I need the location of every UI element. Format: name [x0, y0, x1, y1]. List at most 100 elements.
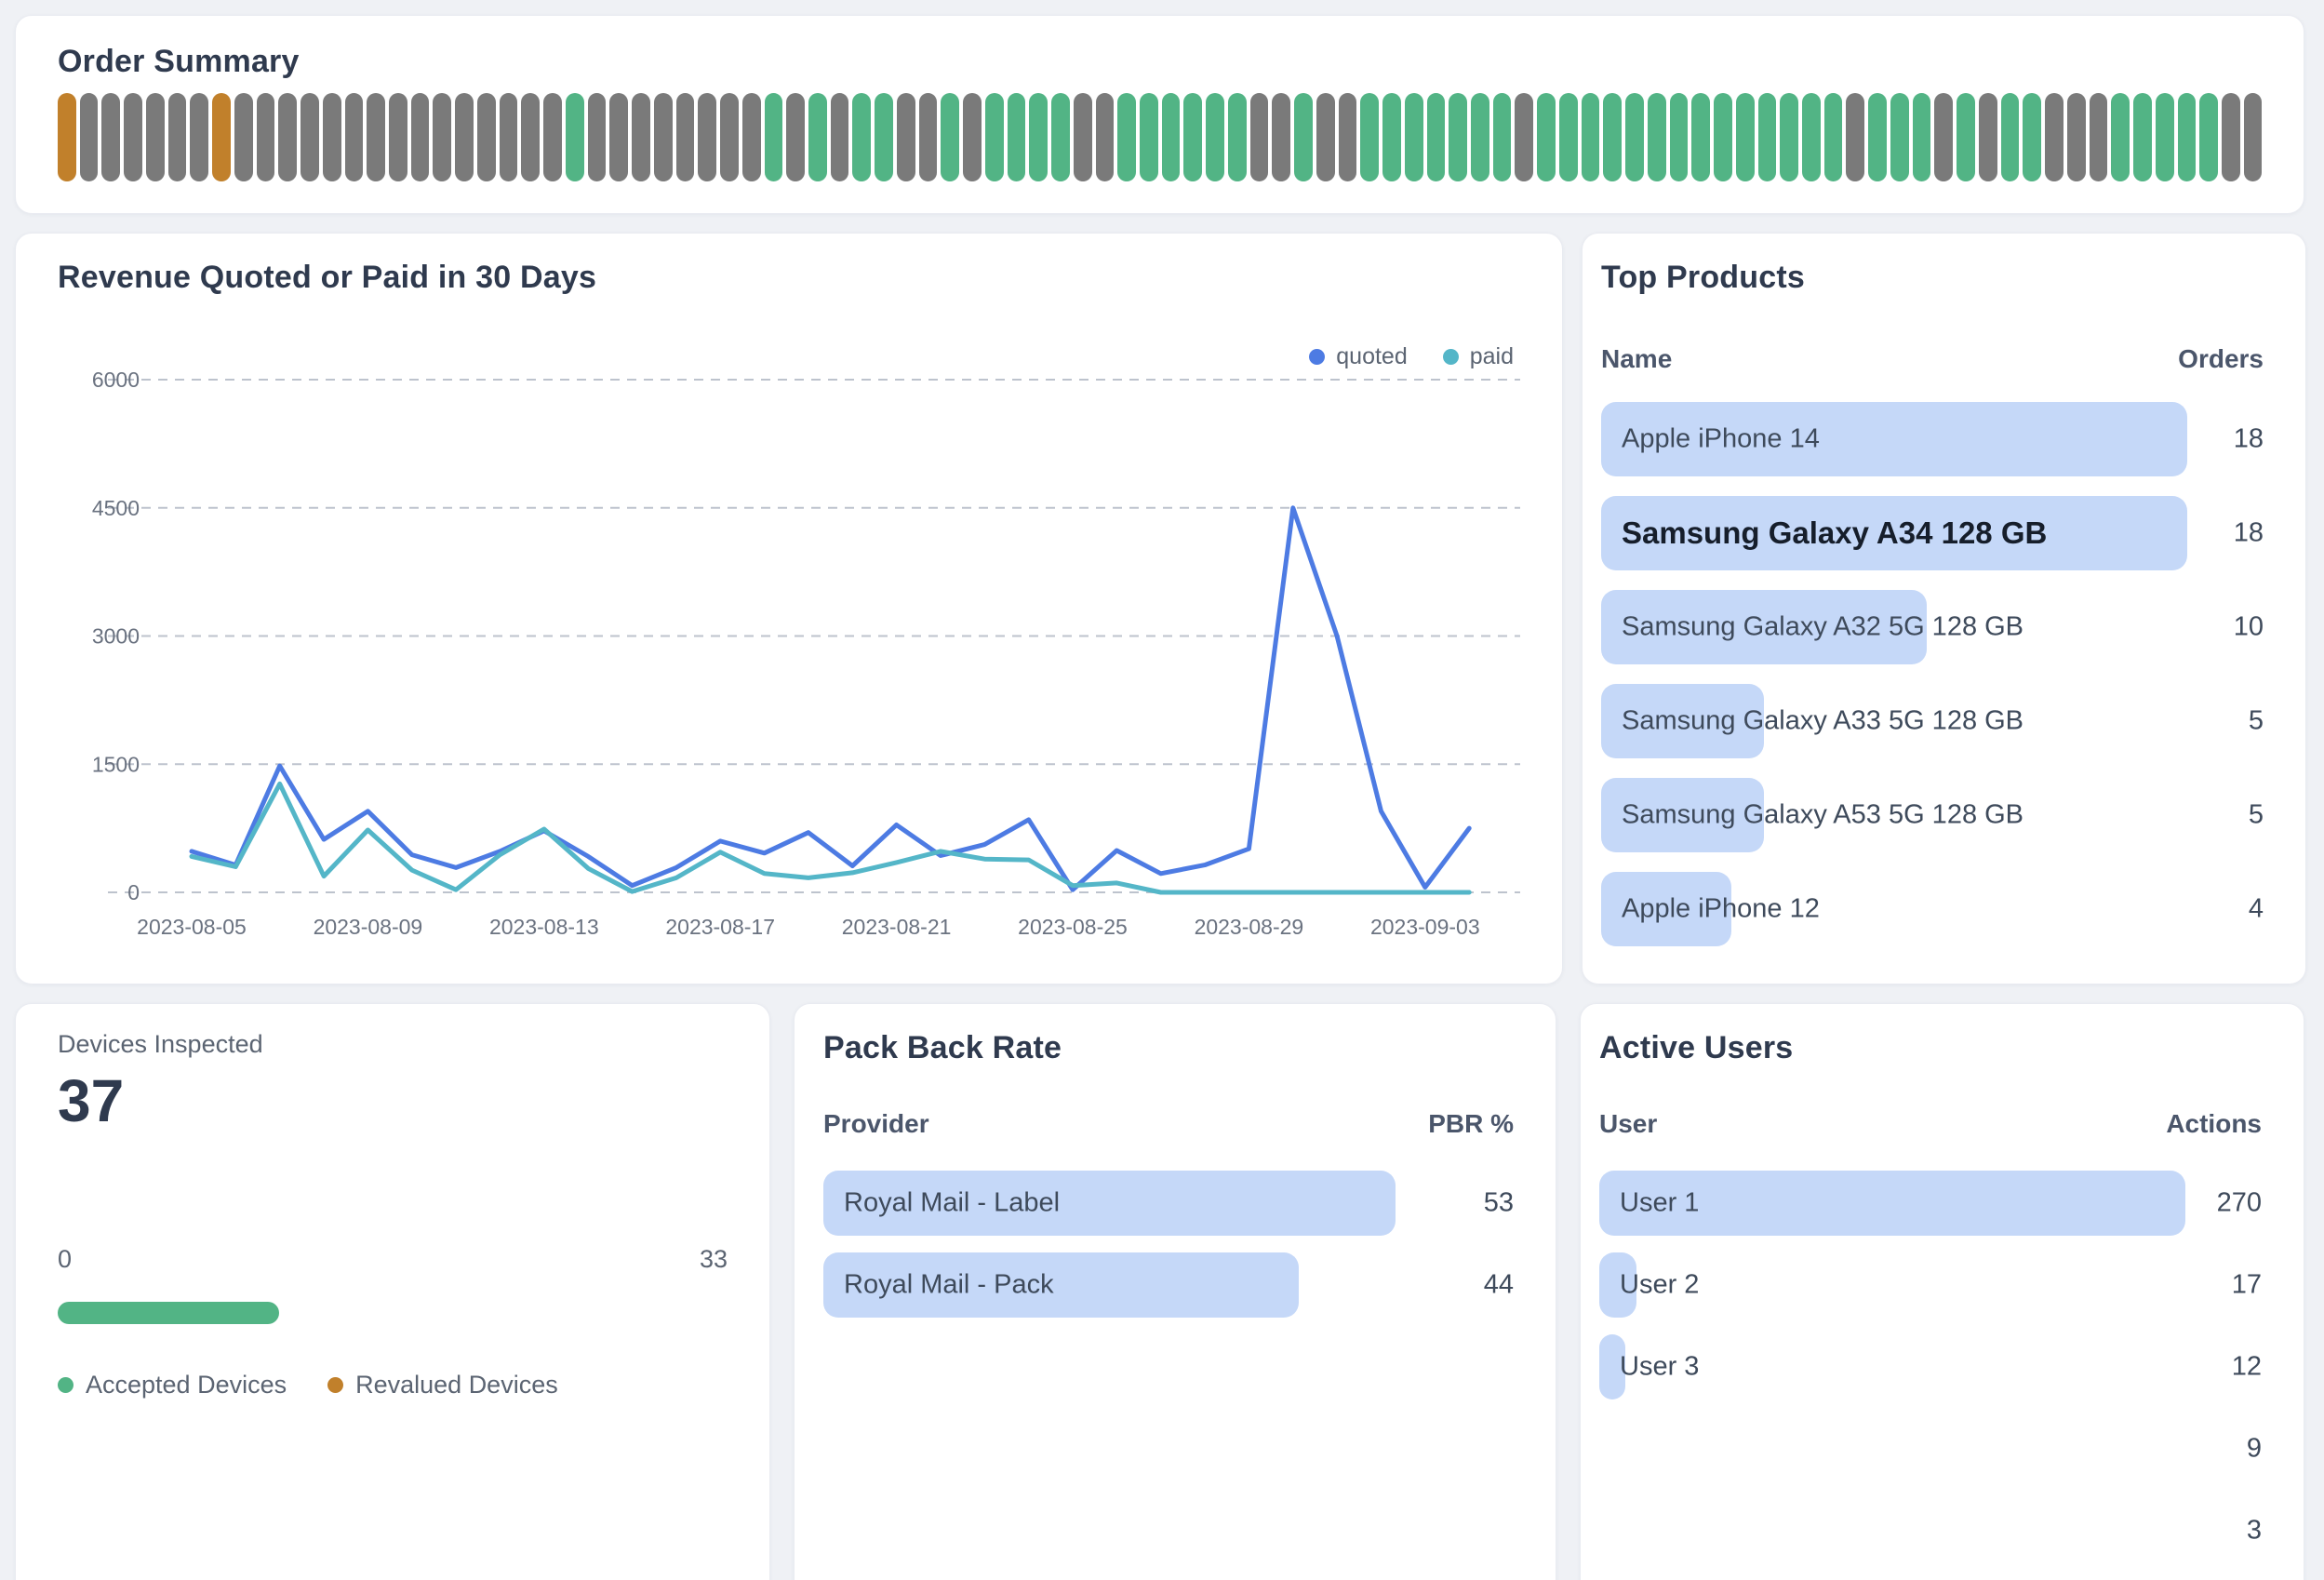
order-bar-neutral-gray[interactable] — [1316, 93, 1335, 181]
order-bar-accepted-green[interactable] — [1405, 93, 1423, 181]
order-bar-neutral-gray[interactable] — [101, 93, 120, 181]
order-bar-neutral-gray[interactable] — [609, 93, 628, 181]
order-bar-neutral-gray[interactable] — [2067, 93, 2086, 181]
order-bar-accepted-green[interactable] — [2199, 93, 2218, 181]
order-bar-neutral-gray[interactable] — [1934, 93, 1953, 181]
order-bar-neutral-gray[interactable] — [2222, 93, 2240, 181]
order-bar-accepted-green[interactable] — [1957, 93, 1975, 181]
order-bar-accepted-green[interactable] — [1758, 93, 1777, 181]
order-bar-neutral-gray[interactable] — [676, 93, 695, 181]
order-bar-accepted-green[interactable] — [1537, 93, 1556, 181]
order-bar-accepted-green[interactable] — [1051, 93, 1070, 181]
order-bar-neutral-gray[interactable] — [897, 93, 915, 181]
order-bar-accepted-green[interactable] — [1029, 93, 1048, 181]
order-bar-neutral-gray[interactable] — [477, 93, 496, 181]
order-bar-accepted-green[interactable] — [1780, 93, 1798, 181]
order-bar-neutral-gray[interactable] — [2090, 93, 2108, 181]
order-bar-accepted-green[interactable] — [2133, 93, 2152, 181]
order-bar-accepted-green[interactable] — [1736, 93, 1755, 181]
order-bar-neutral-gray[interactable] — [411, 93, 430, 181]
order-bar-accepted-green[interactable] — [941, 93, 959, 181]
order-bar-neutral-gray[interactable] — [698, 93, 716, 181]
order-bar-neutral-gray[interactable] — [190, 93, 208, 181]
order-bar-accepted-green[interactable] — [1140, 93, 1158, 181]
order-bar-neutral-gray[interactable] — [742, 93, 761, 181]
order-bar-accepted-green[interactable] — [1670, 93, 1689, 181]
order-bar-neutral-gray[interactable] — [301, 93, 319, 181]
order-bar-accepted-green[interactable] — [1294, 93, 1313, 181]
order-bar-accepted-green[interactable] — [1206, 93, 1224, 181]
order-bar-revalued-orange[interactable] — [212, 93, 231, 181]
order-bar-accepted-green[interactable] — [1824, 93, 1843, 181]
order-bar-accepted-green[interactable] — [1382, 93, 1401, 181]
order-bar-accepted-green[interactable] — [875, 93, 893, 181]
order-bar-revalued-orange[interactable] — [58, 93, 76, 181]
order-bar-neutral-gray[interactable] — [588, 93, 607, 181]
order-bar-neutral-gray[interactable] — [654, 93, 673, 181]
order-bar-neutral-gray[interactable] — [389, 93, 407, 181]
order-bar-accepted-green[interactable] — [1471, 93, 1489, 181]
order-bar-accepted-green[interactable] — [1913, 93, 1931, 181]
order-bar-accepted-green[interactable] — [1714, 93, 1732, 181]
order-bar-neutral-gray[interactable] — [1096, 93, 1115, 181]
order-bar-accepted-green[interactable] — [2156, 93, 2174, 181]
order-bar-accepted-green[interactable] — [1691, 93, 1710, 181]
order-bar-neutral-gray[interactable] — [323, 93, 341, 181]
order-bar-neutral-gray[interactable] — [632, 93, 650, 181]
order-bar-accepted-green[interactable] — [1427, 93, 1446, 181]
order-bar-accepted-green[interactable] — [852, 93, 871, 181]
revenue-line-chart[interactable]: 015003000450060002023-08-052023-08-09202… — [58, 305, 1520, 957]
legend-item-paid[interactable]: paid — [1443, 343, 1514, 370]
order-bar-accepted-green[interactable] — [2001, 93, 2020, 181]
order-bar-neutral-gray[interactable] — [124, 93, 142, 181]
order-bar-accepted-green[interactable] — [1868, 93, 1887, 181]
legend-item-quoted[interactable]: quoted — [1309, 343, 1407, 370]
order-bar-neutral-gray[interactable] — [1515, 93, 1533, 181]
order-bar-neutral-gray[interactable] — [963, 93, 982, 181]
order-bar-neutral-gray[interactable] — [367, 93, 385, 181]
legend-item-accepted[interactable]: Accepted Devices — [58, 1371, 287, 1399]
order-bar-neutral-gray[interactable] — [146, 93, 165, 181]
order-bar-accepted-green[interactable] — [1625, 93, 1644, 181]
order-bar-neutral-gray[interactable] — [1250, 93, 1269, 181]
order-bar-accepted-green[interactable] — [1582, 93, 1600, 181]
order-bar-accepted-green[interactable] — [1890, 93, 1909, 181]
order-bar-accepted-green[interactable] — [1648, 93, 1666, 181]
legend-item-revalued[interactable]: Revalued Devices — [327, 1371, 558, 1399]
order-bar-accepted-green[interactable] — [2111, 93, 2130, 181]
order-bar-neutral-gray[interactable] — [720, 93, 739, 181]
order-bar-accepted-green[interactable] — [1008, 93, 1026, 181]
order-bar-neutral-gray[interactable] — [1979, 93, 1997, 181]
order-bar-accepted-green[interactable] — [1162, 93, 1181, 181]
devices-progress-bar[interactable] — [58, 1302, 279, 1324]
order-bar-accepted-green[interactable] — [1183, 93, 1202, 181]
order-bar-neutral-gray[interactable] — [278, 93, 297, 181]
order-bar-accepted-green[interactable] — [2023, 93, 2041, 181]
order-bar-neutral-gray[interactable] — [786, 93, 805, 181]
order-bar-neutral-gray[interactable] — [257, 93, 275, 181]
order-bar-neutral-gray[interactable] — [455, 93, 474, 181]
order-bar-neutral-gray[interactable] — [500, 93, 518, 181]
order-bar-neutral-gray[interactable] — [831, 93, 849, 181]
order-bar-neutral-gray[interactable] — [234, 93, 253, 181]
order-bar-neutral-gray[interactable] — [168, 93, 187, 181]
order-bar-accepted-green[interactable] — [985, 93, 1004, 181]
order-bar-accepted-green[interactable] — [566, 93, 584, 181]
order-bar-accepted-green[interactable] — [1449, 93, 1467, 181]
order-bar-neutral-gray[interactable] — [1074, 93, 1092, 181]
order-bar-accepted-green[interactable] — [765, 93, 783, 181]
order-bar-neutral-gray[interactable] — [1846, 93, 1864, 181]
order-bar-neutral-gray[interactable] — [433, 93, 451, 181]
order-bar-accepted-green[interactable] — [2178, 93, 2197, 181]
order-bar-accepted-green[interactable] — [1559, 93, 1578, 181]
order-bar-neutral-gray[interactable] — [345, 93, 364, 181]
order-bar-neutral-gray[interactable] — [919, 93, 938, 181]
order-bar-neutral-gray[interactable] — [2045, 93, 2064, 181]
order-bar-neutral-gray[interactable] — [1272, 93, 1290, 181]
order-bar-neutral-gray[interactable] — [80, 93, 99, 181]
order-bar-accepted-green[interactable] — [1802, 93, 1821, 181]
order-bar-neutral-gray[interactable] — [521, 93, 540, 181]
order-bar-accepted-green[interactable] — [808, 93, 827, 181]
order-bar-neutral-gray[interactable] — [543, 93, 562, 181]
order-bar-neutral-gray[interactable] — [1339, 93, 1357, 181]
